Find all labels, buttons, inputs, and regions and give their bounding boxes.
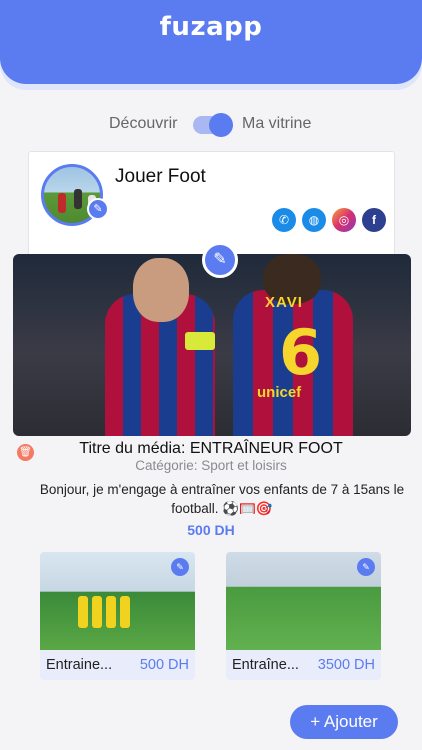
- media-category: Catégorie: Sport et loisirs: [135, 458, 287, 473]
- media-price: 500 DH: [187, 522, 235, 538]
- product-price: 3500 DH: [317, 657, 375, 673]
- showcase-label[interactable]: Ma vitrine: [242, 115, 311, 133]
- app-header: fuzapp: [0, 0, 422, 84]
- social-links: ✆ ◍ ◎ f: [272, 208, 386, 232]
- media-title: Titre du média: ENTRAÎNEUR FOOT: [79, 440, 343, 457]
- jersey-name: XAVI: [265, 294, 303, 311]
- avatar-figure: [58, 193, 66, 213]
- phone-icon[interactable]: ✆: [272, 208, 296, 232]
- facebook-icon[interactable]: f: [362, 208, 386, 232]
- avatar-figure: [74, 189, 82, 209]
- media-image[interactable]: XAVI 6 unicef: [13, 254, 411, 436]
- training-dummy: [106, 596, 116, 628]
- jersey-sponsor: unicef: [257, 384, 302, 401]
- add-button[interactable]: + Ajouter: [290, 705, 398, 739]
- media-description: Bonjour, je m'engage à entraîner vos enf…: [39, 482, 405, 516]
- view-switch[interactable]: [193, 113, 233, 137]
- instagram-icon[interactable]: ◎: [332, 208, 356, 232]
- app-logo: fuzapp: [159, 12, 263, 42]
- view-toggle-row: Découvrir Ma vitrine: [0, 113, 422, 137]
- jersey-number: 6: [279, 316, 323, 389]
- product-price: 500 DH: [139, 657, 189, 673]
- globe-icon[interactable]: ◍: [302, 208, 326, 232]
- captain-armband: [185, 332, 215, 350]
- player-left-head: [133, 258, 189, 322]
- edit-avatar-icon[interactable]: ✎: [87, 198, 109, 220]
- switch-knob[interactable]: [209, 113, 233, 137]
- training-dummy: [78, 596, 88, 628]
- product-info: Entraîne... 3500 DH: [226, 650, 381, 680]
- profile-name: Jouer Foot: [115, 166, 206, 187]
- edit-product-icon[interactable]: ✎: [357, 558, 375, 576]
- product-info: Entraine... 500 DH: [40, 650, 195, 680]
- product-name: Entraine...: [46, 657, 113, 673]
- product-card[interactable]: ✎ Entraine... 500 DH: [40, 552, 195, 680]
- edit-product-icon[interactable]: ✎: [171, 558, 189, 576]
- training-dummy: [120, 596, 130, 628]
- product-card[interactable]: ✎ Entraîne... 3500 DH: [226, 552, 381, 680]
- product-name: Entraîne...: [232, 657, 299, 673]
- edit-media-icon[interactable]: ✎: [202, 242, 238, 278]
- training-dummy: [92, 596, 102, 628]
- discover-label[interactable]: Découvrir: [109, 115, 177, 133]
